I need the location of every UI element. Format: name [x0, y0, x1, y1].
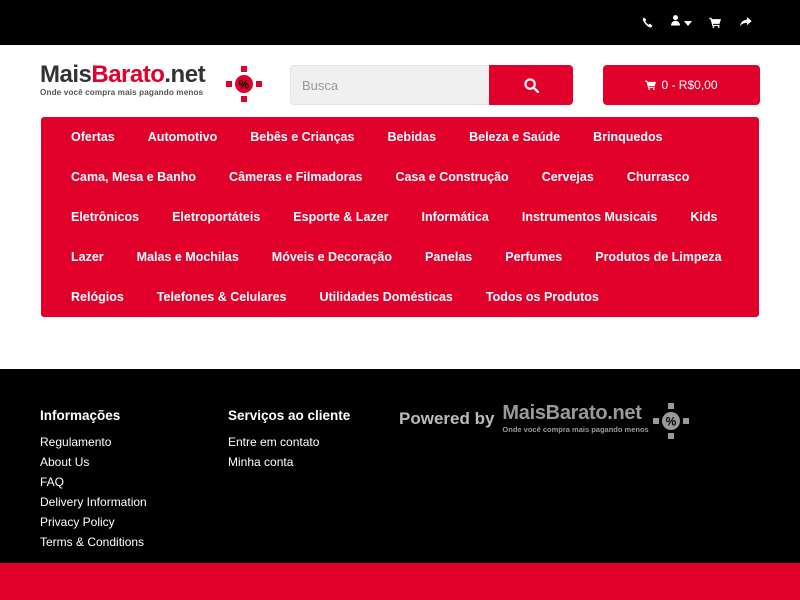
- menu-row: Cama, Mesa e Banho Câmeras e Filmadoras …: [71, 157, 759, 197]
- svg-text:%: %: [239, 78, 250, 92]
- menu-item-cervejas[interactable]: Cervejas: [542, 170, 594, 184]
- menu-row: Relógios Telefones & Celulares Utilidade…: [71, 277, 759, 317]
- menu-item-instrumentos-musicais[interactable]: Instrumentos Musicais: [522, 210, 657, 224]
- percent-badge-icon: %: [226, 66, 262, 102]
- user-icon: [670, 13, 681, 31]
- menu-item-eletroportateis[interactable]: Eletroportáteis: [172, 210, 260, 224]
- share-icon[interactable]: [738, 14, 752, 30]
- menu-item-beleza-e-saude[interactable]: Beleza e Saúde: [469, 130, 560, 144]
- account-dropdown[interactable]: [670, 13, 692, 31]
- search-button[interactable]: [489, 65, 573, 105]
- menu-row: Eletrônicos Eletroportáteis Esporte & La…: [71, 197, 759, 237]
- powered-by: Powered by MaisBarato.net Onde você comp…: [399, 401, 689, 439]
- site-footer: Informações Regulamento About Us FAQ Del…: [0, 369, 800, 563]
- footer-info-column: Informações Regulamento About Us FAQ Del…: [40, 408, 147, 552]
- menu-item-churrasco[interactable]: Churrasco: [627, 170, 690, 184]
- menu-item-todos-os-produtos[interactable]: Todos os Produtos: [486, 290, 599, 304]
- menu-item-utilidades-domesticas[interactable]: Utilidades Domésticas: [319, 290, 452, 304]
- search-bar: [290, 65, 573, 105]
- percent-badge-icon: %: [652, 403, 689, 439]
- menu-item-esporte-e-lazer[interactable]: Esporte & Lazer: [293, 210, 388, 224]
- footer-service-column: Serviços ao cliente Entre em contato Min…: [228, 408, 350, 472]
- menu-item-lazer[interactable]: Lazer: [71, 250, 104, 264]
- menu-item-moveis-e-decoracao[interactable]: Móveis e Decoração: [272, 250, 392, 264]
- cart-total: 0 - R$0,00: [661, 78, 718, 92]
- phone-icon[interactable]: [640, 14, 654, 30]
- footer-link-delivery-information[interactable]: Delivery Information: [40, 495, 147, 509]
- menu-item-panelas[interactable]: Panelas: [425, 250, 472, 264]
- menu-item-brinquedos[interactable]: Brinquedos: [593, 130, 662, 144]
- menu-item-kids[interactable]: Kids: [690, 210, 717, 224]
- cart-button[interactable]: 0 - R$0,00: [603, 65, 760, 105]
- powered-by-tagline: Onde você compra mais pagando menos: [502, 425, 649, 434]
- menu-item-automotivo[interactable]: Automotivo: [148, 130, 217, 144]
- menu-item-produtos-de-limpeza[interactable]: Produtos de Limpeza: [595, 250, 721, 264]
- cart-icon[interactable]: [708, 14, 722, 30]
- menu-row: Ofertas Automotivo Bebês e Crianças Bebi…: [71, 117, 759, 157]
- top-bar-icons: [640, 13, 752, 31]
- menu-item-eletronicos[interactable]: Eletrônicos: [71, 210, 139, 224]
- menu-item-perfumes[interactable]: Perfumes: [505, 250, 562, 264]
- menu-item-ofertas[interactable]: Ofertas: [71, 130, 115, 144]
- bottom-bar: [0, 563, 800, 600]
- search-icon: [523, 77, 539, 93]
- footer-link-minha-conta[interactable]: Minha conta: [228, 455, 293, 469]
- footer-link-privacy-policy[interactable]: Privacy Policy: [40, 515, 115, 529]
- menu-item-bebidas[interactable]: Bebidas: [387, 130, 436, 144]
- menu-item-cama-mesa-e-banho[interactable]: Cama, Mesa e Banho: [71, 170, 196, 184]
- footer-link-terms-conditions[interactable]: Terms & Conditions: [40, 535, 144, 549]
- menu-item-malas-e-mochilas[interactable]: Malas e Mochilas: [137, 250, 239, 264]
- top-bar: [0, 0, 800, 45]
- category-menu: Ofertas Automotivo Bebês e Crianças Bebi…: [41, 117, 759, 317]
- footer-service-title: Serviços ao cliente: [228, 408, 351, 423]
- powered-by-label: Powered by: [399, 409, 495, 428]
- powered-by-brand: MaisBarato.net: [502, 402, 642, 424]
- menu-row: Lazer Malas e Mochilas Móveis e Decoraçã…: [71, 237, 759, 277]
- footer-link-regulamento[interactable]: Regulamento: [40, 435, 111, 449]
- footer-link-about-us[interactable]: About Us: [40, 455, 89, 469]
- chevron-down-icon: [684, 13, 692, 31]
- footer-info-title: Informações: [40, 408, 121, 423]
- search-input[interactable]: [290, 65, 489, 105]
- cart-icon: [645, 80, 657, 90]
- menu-item-informatica[interactable]: Informática: [421, 210, 488, 224]
- menu-item-cameras-e-filmadoras[interactable]: Câmeras e Filmadoras: [229, 170, 362, 184]
- site-logo[interactable]: MaisBarato.net Onde você compra mais pag…: [40, 62, 265, 108]
- menu-item-telefones-e-celulares[interactable]: Telefones & Celulares: [157, 290, 287, 304]
- menu-item-bebes-e-criancas[interactable]: Bebês e Crianças: [250, 130, 354, 144]
- menu-item-relogios[interactable]: Relógios: [71, 290, 124, 304]
- footer-link-faq[interactable]: FAQ: [40, 475, 64, 489]
- svg-text:%: %: [665, 415, 676, 429]
- menu-item-casa-e-construcao[interactable]: Casa e Construção: [395, 170, 508, 184]
- footer-link-entre-em-contato[interactable]: Entre em contato: [228, 435, 319, 449]
- powered-by-logo: MaisBarato.net Onde você compra mais pag…: [502, 401, 648, 434]
